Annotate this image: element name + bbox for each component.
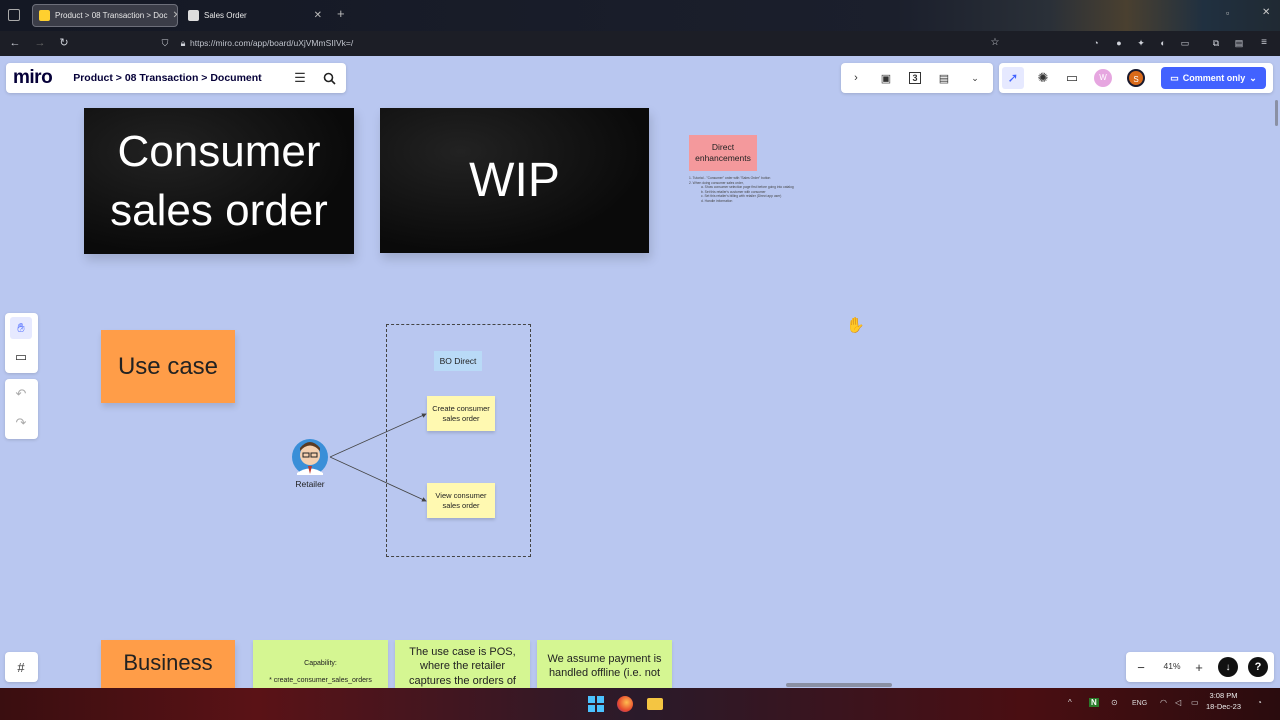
business-sticky[interactable]: Business [101, 640, 235, 688]
connector-arrow[interactable] [329, 413, 427, 458]
taskbar [0, 688, 1280, 720]
clock[interactable]: 3:08 PM 18-Dec-23 [1206, 691, 1241, 712]
capability-sticky[interactable]: Capability: * create_consumer_sales_orde… [253, 640, 388, 688]
sticky-text: We assume payment is handled offline (i.… [547, 653, 662, 680]
zoom-level[interactable]: 41% [1159, 661, 1185, 671]
connector-layer: ✋ [292, 316, 865, 502]
vertical-scrollbar[interactable] [1275, 100, 1278, 126]
chevron-up-icon[interactable]: ^ [1068, 698, 1072, 707]
zoom-out-icon[interactable]: − [1130, 656, 1152, 678]
sticky-text: The use case is POS, where the retailer … [408, 646, 516, 687]
connector-arrow[interactable] [329, 456, 427, 502]
zoom-controls: − 41% + ↓ ? [1126, 652, 1274, 682]
firefox-icon[interactable] [617, 696, 633, 712]
help-icon[interactable]: ? [1248, 657, 1268, 677]
language-indicator[interactable]: ENG [1132, 700, 1147, 707]
hand-cursor-icon: ✋ [846, 316, 865, 334]
sticky-text: Capability: [304, 660, 337, 667]
zoom-in-icon[interactable]: + [1188, 656, 1210, 678]
windows-start-icon[interactable] [588, 696, 604, 712]
wifi-icon[interactable]: ◠ [1160, 698, 1167, 707]
pos-use-case-sticky[interactable]: The use case is POS, where the retailer … [395, 640, 530, 688]
volume-icon[interactable]: ◁ [1175, 698, 1181, 707]
clock-time: 3:08 PM [1209, 691, 1238, 700]
file-explorer-icon[interactable] [647, 698, 663, 710]
svg-text:✋: ✋ [846, 316, 865, 334]
clock-date: 18-Dec-23 [1206, 701, 1242, 711]
battery-icon[interactable]: ▭ [1191, 698, 1199, 707]
notification-bell-icon[interactable]: ◔ [1257, 698, 1262, 707]
sticky-text: * create_consumer_sales_orders [269, 677, 372, 684]
horizontal-scrollbar[interactable] [786, 683, 892, 687]
sticky-text: Business [123, 650, 213, 675]
retailer-avatar-icon[interactable] [292, 439, 328, 475]
microphone-icon[interactable]: ⊙ [1111, 698, 1118, 707]
download-icon[interactable]: ↓ [1218, 657, 1238, 677]
retailer-label[interactable]: Retailer [284, 479, 336, 489]
payment-assumption-sticky[interactable]: We assume payment is handled offline (i.… [537, 640, 672, 688]
notepad-icon[interactable]: N [1089, 698, 1099, 707]
